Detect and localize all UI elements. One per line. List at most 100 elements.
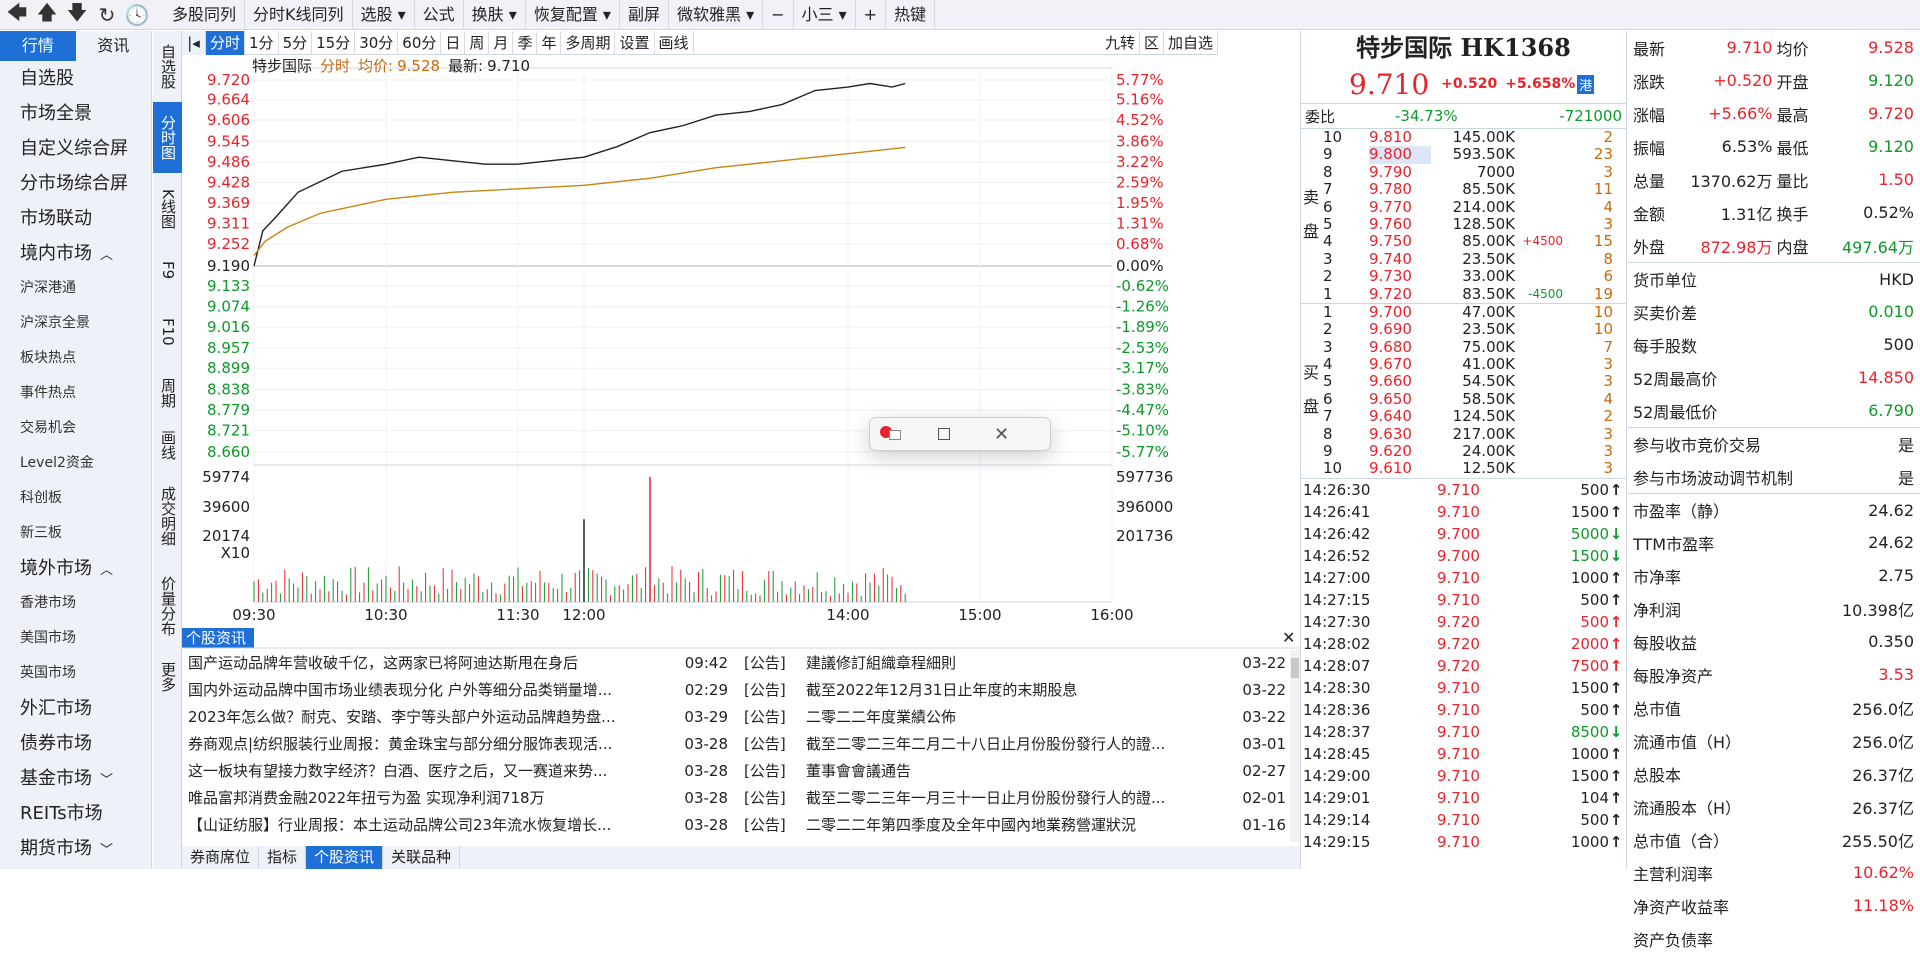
period-tab[interactable]: 月 xyxy=(489,30,514,55)
period-tab[interactable]: 多周期 xyxy=(561,30,616,55)
sidebar-item[interactable]: 事件热点 xyxy=(0,376,151,411)
bottom-tab[interactable]: 个股资讯 xyxy=(306,846,384,869)
formula-button[interactable]: 公式 xyxy=(415,0,464,30)
news-close-icon[interactable]: ✕ xyxy=(1282,628,1295,648)
close-icon[interactable]: ✕ xyxy=(994,424,1009,445)
sidebar-item[interactable]: 分市场综合屏 xyxy=(0,166,151,201)
sidebar-item[interactable]: 市场全景 xyxy=(0,96,151,131)
bottom-tab[interactable]: 券商席位 xyxy=(182,846,260,869)
restore-config-menu[interactable]: 恢复配置 ▾ xyxy=(526,0,620,30)
sidebar-item[interactable]: 香港市场 xyxy=(0,586,151,621)
ask-row[interactable]: 3 9.740 23.50K 8 xyxy=(1301,250,1626,268)
vtab[interactable]: 画线 xyxy=(153,419,182,471)
sidebar-item[interactable]: 基金市场 ﹀ xyxy=(0,761,151,796)
period-tab[interactable]: 设置 xyxy=(615,30,655,55)
period-tab[interactable]: 分时 xyxy=(206,30,246,55)
ask-row[interactable]: 7 9.780 85.50K 11 xyxy=(1301,180,1626,198)
select-stock-menu[interactable]: 选股 ▾ xyxy=(353,0,415,30)
period-tab[interactable]: 季 xyxy=(513,30,538,55)
sidebar-item[interactable]: 境外市场 ︿ xyxy=(0,551,151,586)
news-item[interactable]: 唯品富邦消费金融2022年扭亏为盈 实现净利润718万 03-28 xyxy=(188,785,748,812)
ask-row[interactable]: 6 9.770 214.00K 4 xyxy=(1301,198,1626,216)
bid-row[interactable]: 9 9.620 24.00K 3 xyxy=(1301,442,1626,460)
bottom-tab[interactable]: 指标 xyxy=(259,846,307,869)
bid-row[interactable]: 5 9.660 54.50K 3 xyxy=(1301,373,1626,391)
sidebar-item[interactable]: 债券市场 xyxy=(0,726,151,761)
announcement-item[interactable]: [公告] 董事會會議通告 02-27 xyxy=(744,758,1290,785)
period-tab[interactable]: 30分 xyxy=(355,30,399,55)
vtab[interactable]: 周期 xyxy=(153,367,182,419)
down-icon[interactable]: 🡇 xyxy=(64,0,90,28)
bid-row[interactable]: 1 9.700 47.00K 10 xyxy=(1301,303,1626,321)
news-item[interactable]: 【山证纺服】行业周报：本土运动品牌公司23年流水恢复增长... 03-28 xyxy=(188,812,748,839)
vtab[interactable]: F10 xyxy=(153,296,182,367)
period-tab[interactable]: 年 xyxy=(537,30,562,55)
font-increase-button[interactable]: + xyxy=(856,0,887,30)
multi-stock-button[interactable]: 多股同列 xyxy=(164,0,246,30)
announcement-item[interactable]: [公告] 建議修訂組織章程細則 03-22 xyxy=(744,650,1290,677)
news-item[interactable]: 2023年怎么做？耐克、安踏、李宁等头部户外运动品牌趋势盘... 03-29 xyxy=(188,704,748,731)
sidebar-item[interactable]: 美国市场 xyxy=(0,621,151,656)
announcement-item[interactable]: [公告] 二零二二年第四季度及全年中國內地業務營運狀況 01-16 xyxy=(744,812,1290,839)
sub-screen-button[interactable]: 副屏 xyxy=(620,0,669,30)
ask-row[interactable]: 2 9.730 33.00K 6 xyxy=(1301,267,1626,285)
refresh-icon[interactable]: ↻ xyxy=(94,2,120,28)
maximize-icon[interactable] xyxy=(938,428,950,440)
sidebar-item[interactable]: 科创板 xyxy=(0,481,151,516)
news-item[interactable]: 这一板块有望接力数字经济？白酒、医疗之后，又一赛道来势... 03-28 xyxy=(188,758,748,785)
chart-tool-button[interactable]: 区 xyxy=(1140,30,1164,55)
ask-row[interactable]: 10 9.810 145.00K 2 xyxy=(1301,128,1626,146)
collapse-icon[interactable]: |◂ xyxy=(182,30,206,55)
announcement-item[interactable]: [公告] 二零二二年度業績公佈 03-22 xyxy=(744,704,1290,731)
announcement-item[interactable]: [公告] 截至二零二三年二月二十八日止月份股份發行人的證... 03-01 xyxy=(744,731,1290,758)
period-tab[interactable]: 日 xyxy=(441,30,466,55)
sidebar-item[interactable]: 沪深港通 xyxy=(0,271,151,306)
bid-row[interactable]: 4 9.670 41.00K 3 xyxy=(1301,355,1626,373)
bid-row[interactable]: 3 9.680 75.00K 7 xyxy=(1301,338,1626,356)
sidebar-item[interactable]: 沪深京全景 xyxy=(0,306,151,341)
vtab[interactable]: 成交明细 xyxy=(153,471,182,561)
sidebar-item[interactable]: 自选股 xyxy=(0,61,151,96)
news-scrollbar[interactable] xyxy=(1290,650,1300,842)
period-tab[interactable]: 周 xyxy=(465,30,490,55)
back-icon[interactable]: 🡄 xyxy=(4,0,30,28)
announcement-item[interactable]: [公告] 截至二零二三年一月三十一日止月份股份發行人的證... 02-01 xyxy=(744,785,1290,812)
sidebar-item[interactable]: REITs市场 xyxy=(0,796,151,831)
intraday-kline-button[interactable]: 分时K线同列 xyxy=(245,0,353,30)
vtab[interactable]: 自选股 xyxy=(153,31,182,102)
vtab[interactable]: K线图 xyxy=(153,173,182,244)
sidebar-item[interactable]: 自定义综合屏 xyxy=(0,131,151,166)
sidebar-item[interactable]: 外汇市场 xyxy=(0,691,151,726)
sidebar-item[interactable]: 板块热点 xyxy=(0,341,151,376)
period-tab[interactable]: 1分 xyxy=(245,30,279,55)
ask-row[interactable]: 8 9.790 7000 3 xyxy=(1301,163,1626,181)
floating-mini-window[interactable]: ✕ xyxy=(869,417,1051,451)
hot-search-button[interactable]: 热键 xyxy=(886,0,936,30)
sidebar-item[interactable]: 期货市场 ﹀ xyxy=(0,831,151,866)
ask-row[interactable]: 4 9.750 85.00K +4500 15 xyxy=(1301,232,1626,250)
tab-news[interactable]: 资讯 xyxy=(76,31,152,61)
intraday-chart[interactable]: 9.720 5.77% 9.664 5.16% 9.606 4.52% 9.545 3.86%… xyxy=(182,43,1218,628)
font-select[interactable]: 微软雅黑 ▾ xyxy=(669,0,764,30)
font-decrease-button[interactable]: − xyxy=(763,0,794,30)
period-tab[interactable]: 画线 xyxy=(655,30,694,55)
sidebar-item[interactable]: 新三板 xyxy=(0,516,151,551)
announcement-item[interactable]: [公告] 截至2022年12月31日止年度的末期股息 03-22 xyxy=(744,677,1290,704)
sidebar-item[interactable]: Level2资金 xyxy=(0,446,151,481)
period-tab[interactable]: 15分 xyxy=(312,30,356,55)
sidebar-item[interactable]: 英国市场 xyxy=(0,656,151,691)
vtab[interactable]: 分时图 xyxy=(153,102,182,173)
font-size-select[interactable]: 小三 ▾ xyxy=(794,0,856,30)
skin-menu[interactable]: 换肤 ▾ xyxy=(464,0,526,30)
sidebar-item[interactable]: 境内市场 ︿ xyxy=(0,236,151,271)
ask-row[interactable]: 5 9.760 128.50K 3 xyxy=(1301,215,1626,233)
sidebar-item[interactable]: 市场联动 xyxy=(0,201,151,236)
tab-market[interactable]: 行情 xyxy=(0,31,76,61)
vtab[interactable]: 价量分布 xyxy=(153,561,182,651)
bid-row[interactable]: 7 9.640 124.50K 2 xyxy=(1301,407,1626,425)
ask-row[interactable]: 9 9.800 593.50K 23 xyxy=(1301,145,1626,164)
period-tab[interactable]: 60分 xyxy=(398,30,442,55)
ask-row[interactable]: 1 9.720 83.50K -4500 19 xyxy=(1301,285,1626,303)
chart-tool-button[interactable]: 加自选 xyxy=(1164,30,1218,55)
news-item[interactable]: 券商观点|纺织服装行业周报：黄金珠宝与部分细分服饰表现活... 03-28 xyxy=(188,731,748,758)
